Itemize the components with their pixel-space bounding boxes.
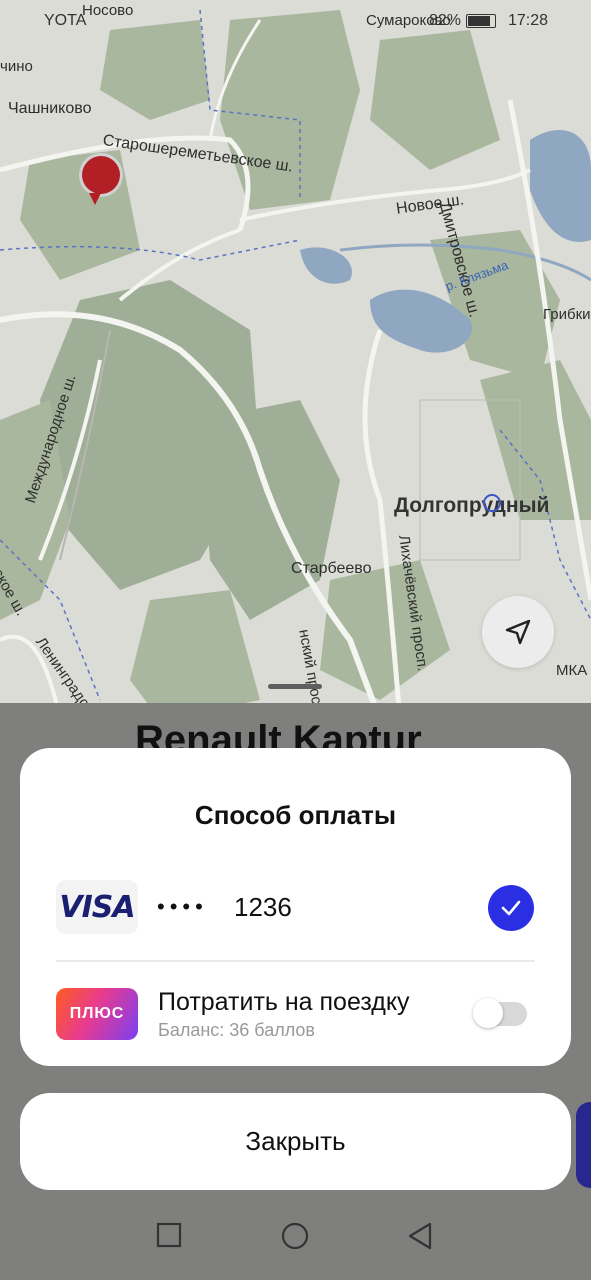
selected-check-button[interactable]: [488, 885, 534, 931]
toggle-knob: [473, 998, 503, 1028]
close-button[interactable]: Закрыть: [20, 1093, 571, 1190]
card-mask-dots: ••••: [157, 894, 208, 919]
battery-icon: [466, 14, 496, 28]
map-label-gribki: Грибки: [543, 306, 591, 323]
clock: 17:28: [507, 12, 548, 29]
circle-icon[interactable]: [281, 1222, 309, 1250]
map-label-mka: МКА: [556, 662, 588, 679]
map-pin-icon[interactable]: [82, 156, 120, 194]
plus-spend-label: Потратить на поездку: [158, 988, 410, 1016]
dialog-title: Способ оплаты: [194, 800, 397, 830]
divider: [56, 960, 535, 962]
carrier-label: YOTA: [44, 12, 87, 29]
map-label-dolgoprudny: Долгопрудный: [394, 494, 550, 517]
triangle-back-icon[interactable]: [408, 1222, 434, 1250]
card-last4: 1236: [234, 892, 292, 922]
square-icon[interactable]: [156, 1222, 182, 1248]
visa-logo: VISA: [56, 880, 138, 934]
plus-logo: ПЛЮС: [56, 988, 138, 1040]
payment-method-dialog: Способ оплаты VISA •••• 1236 ПЛЮС Потрат…: [20, 748, 571, 1066]
my-location-button[interactable]: [482, 596, 554, 668]
map-label-chashnikovo: Чашниково: [8, 100, 92, 117]
map-label-starbeevo: Старбеево: [291, 560, 372, 577]
map[interactable]: Носово Сумароково чино Чашниково Староше…: [0, 0, 591, 720]
navigation-arrow-icon: [505, 619, 531, 645]
battery-percent: 82%: [428, 12, 461, 29]
plus-spend-toggle[interactable]: [473, 998, 527, 1028]
map-pin-tail: [89, 193, 101, 205]
check-icon: [501, 900, 521, 916]
plus-balance-label: Баланс: 36 баллов: [158, 1020, 315, 1040]
user-location-icon: [483, 494, 501, 512]
side-order-button[interactable]: [576, 1102, 591, 1188]
map-label-chino: чино: [0, 58, 33, 75]
status-bar: YOTA 82% 17:28: [0, 8, 591, 34]
system-nav-bar: [0, 1200, 591, 1280]
sheet-grab-handle[interactable]: [268, 684, 322, 689]
